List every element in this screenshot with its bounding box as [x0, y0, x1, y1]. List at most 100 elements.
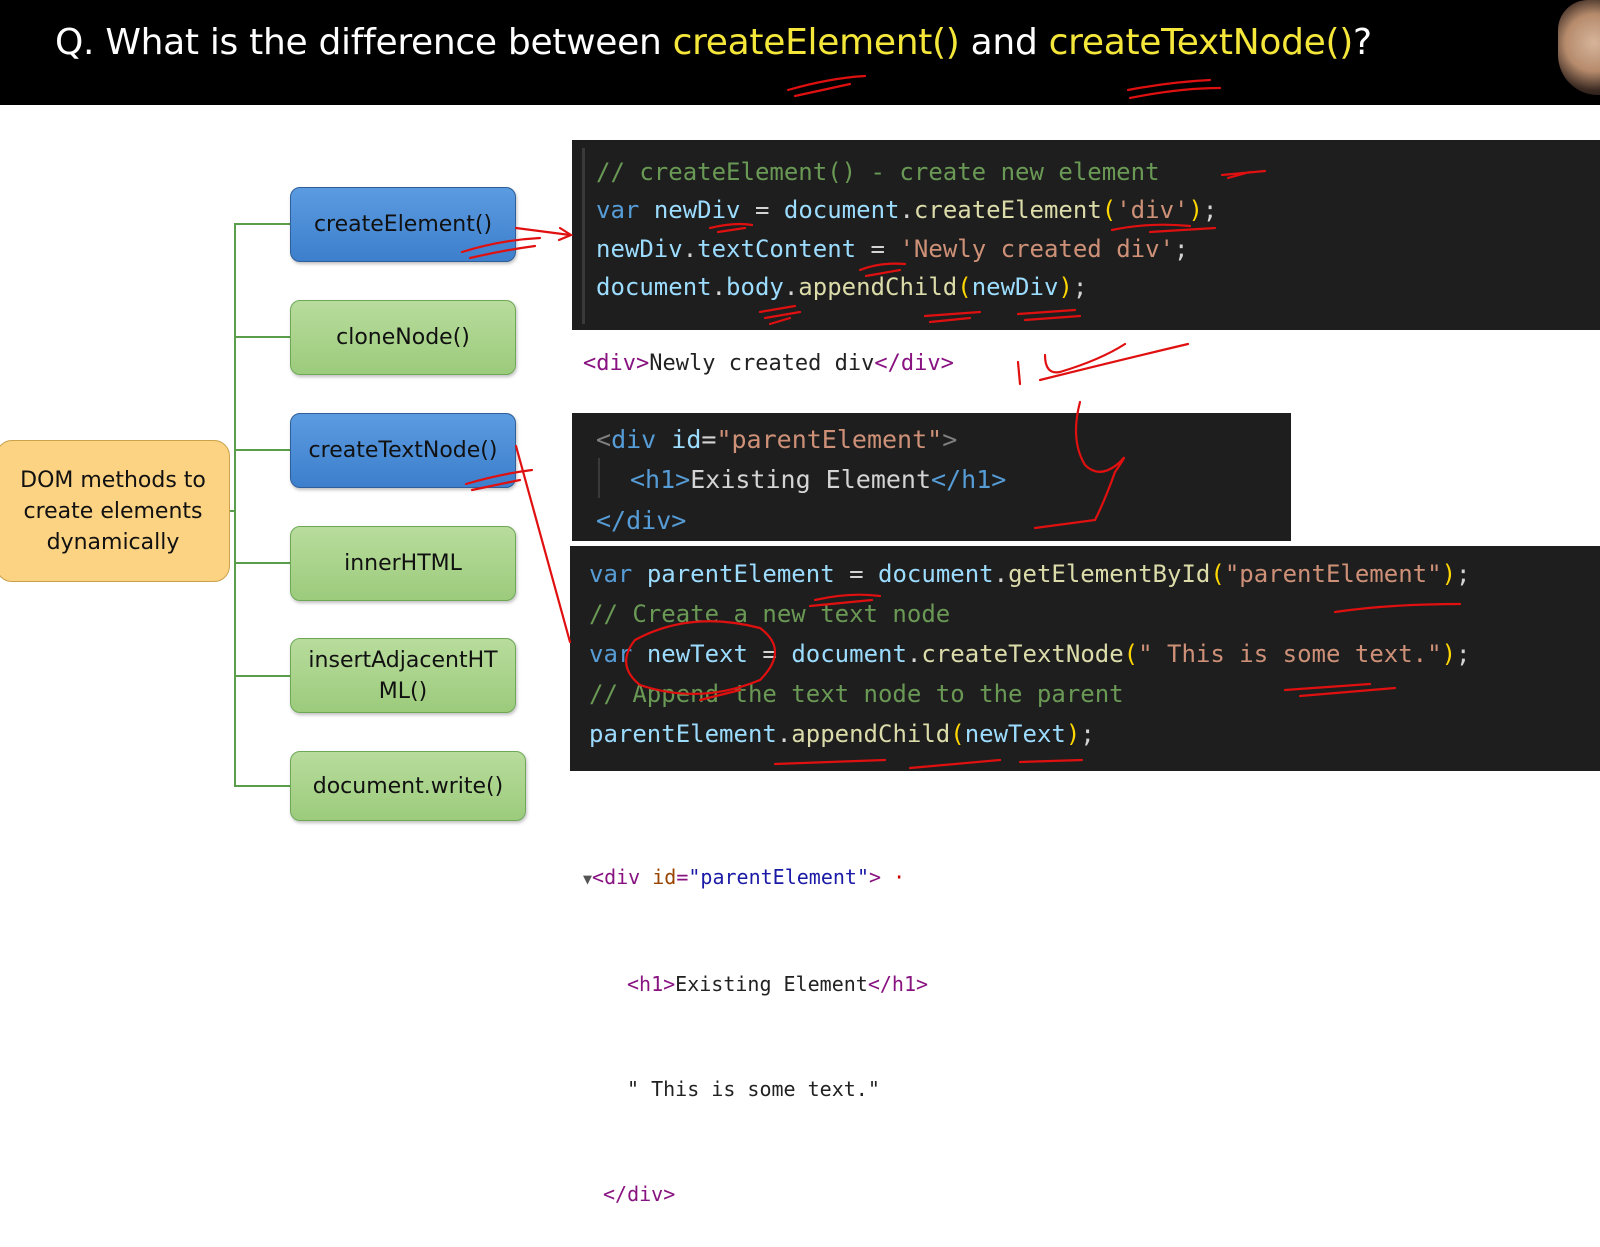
- node-label: insertAdjacentHTML(): [308, 647, 498, 704]
- code-token: .: [776, 720, 792, 748]
- code-token: ): [1058, 273, 1073, 301]
- title-term-create-text-node: createTextNode(): [1048, 22, 1354, 63]
- code-token: appendChild: [791, 720, 951, 748]
- code-token: ): [1441, 560, 1457, 588]
- code-token: </h1>: [931, 465, 1007, 494]
- presenter-avatar: [1558, 0, 1600, 95]
- output-token: Existing Element: [675, 972, 868, 996]
- node-clone-node: cloneNode(): [290, 300, 516, 375]
- code-token: document: [878, 560, 994, 588]
- output-token: <div>: [583, 351, 650, 376]
- dom-tree-line: ▼<div id="parentElement"> ·: [583, 860, 928, 897]
- code-token: document: [783, 196, 900, 224]
- code-line: parentElement.appendChild(newText);: [589, 720, 1095, 748]
- code-token: Existing Element: [690, 465, 932, 494]
- code-token: 'div': [1116, 196, 1189, 224]
- output-token: >: [869, 865, 882, 889]
- code-token: ): [1441, 640, 1457, 668]
- code-line: var parentElement = document.getElementB…: [589, 560, 1470, 588]
- code-token: <h1>: [630, 465, 691, 494]
- code-token: =: [856, 235, 900, 263]
- code-token: newDiv: [596, 235, 683, 263]
- node-label: cloneNode(): [336, 325, 470, 350]
- indent-guide: [582, 148, 585, 324]
- node-document-write: document.write(): [290, 751, 526, 821]
- code-token: createTextNode: [921, 640, 1124, 668]
- code-token: newText: [646, 640, 748, 668]
- collapse-arrow-icon[interactable]: ▼: [583, 870, 592, 888]
- code-token: ): [1188, 196, 1203, 224]
- code-token: newDiv: [971, 273, 1059, 301]
- tree-branch-4: [234, 562, 290, 564]
- code-token: ;: [1174, 235, 1189, 263]
- code-token: (: [1210, 560, 1225, 588]
- code-token: (: [950, 720, 965, 748]
- code-token: ;: [1072, 273, 1088, 301]
- output-token: </div>: [874, 351, 954, 376]
- title-middle: and: [959, 22, 1049, 63]
- node-label: document.write(): [312, 773, 504, 799]
- node-label: innerHTML: [344, 551, 462, 576]
- code-panel-html: <div id="parentElement"> <h1>Existing El…: [572, 413, 1291, 541]
- code-line: // createElement() - create new element: [596, 158, 1160, 186]
- output-token: Newly created div: [649, 351, 875, 376]
- output-token: <div: [592, 865, 641, 889]
- code-line: </div>: [596, 506, 686, 535]
- code-token: ): [1065, 720, 1081, 748]
- tree-branch-5: [234, 675, 290, 677]
- slide-title: Q. What is the difference between create…: [55, 22, 1372, 63]
- code-token: </div>: [596, 506, 687, 535]
- tree-branch-3: [234, 449, 290, 451]
- node-inner-html: innerHTML: [290, 526, 516, 601]
- arrow-to-code1: [514, 226, 572, 237]
- arrow-head-code1: [557, 226, 574, 242]
- code-token: var: [596, 196, 640, 224]
- code-token: 'Newly created div': [899, 235, 1175, 263]
- code-token: var: [589, 640, 633, 668]
- code-line: <div id="parentElement">: [596, 425, 957, 454]
- code-line: var newDiv = document.createElement('div…: [596, 196, 1217, 224]
- code-token: =: [834, 560, 879, 588]
- code-comment: // createElement() - create new element: [596, 158, 1160, 186]
- code-token: (: [1101, 196, 1117, 224]
- code-token: document: [791, 640, 907, 668]
- root-node-label: DOM methods to create elements dynamical…: [20, 467, 206, 555]
- output-token: =: [676, 865, 689, 889]
- title-bar: Q. What is the difference between create…: [0, 0, 1600, 105]
- code-token: getElementById: [1008, 560, 1211, 588]
- code-token: .: [993, 560, 1009, 588]
- code-token: appendChild: [798, 273, 958, 301]
- output-token: " This is some text.": [627, 1077, 880, 1101]
- code-token: .: [899, 196, 914, 224]
- tree-branch-2: [234, 336, 290, 338]
- code-token: =: [740, 196, 784, 224]
- output-create-text-node: ▼<div id="parentElement"> · <h1>Existing…: [583, 790, 928, 1247]
- code-token: " This is some text.": [1138, 640, 1442, 668]
- node-label: createElement(): [313, 212, 493, 237]
- code-token: newText: [964, 720, 1066, 748]
- dom-tree-line: <h1>Existing Element</h1>: [583, 967, 928, 1002]
- dom-tree-line: </div>: [583, 1177, 928, 1212]
- code-line: document.body.appendChild(newDiv);: [596, 273, 1087, 301]
- tree-branch-1: [234, 223, 290, 225]
- code-token: .: [682, 235, 698, 263]
- title-term-create-element: createElement(): [672, 22, 960, 63]
- code-token: createElement: [913, 196, 1102, 224]
- output-create-element: <div>Newly created div</div>: [583, 351, 954, 376]
- code-token: .: [711, 273, 727, 301]
- check-mark: [1016, 342, 1190, 386]
- code-token: ;: [1456, 640, 1471, 668]
- code-token: parentElement: [589, 720, 777, 748]
- code-line: <h1>Existing Element</h1>: [630, 465, 1006, 494]
- code-comment: // Create a new text node: [589, 600, 951, 628]
- code-token: div: [611, 425, 657, 454]
- code-token: (: [957, 273, 972, 301]
- output-token: <h1>: [627, 972, 676, 996]
- root-node: DOM methods to create elements dynamical…: [0, 440, 230, 582]
- code-token: .: [783, 273, 799, 301]
- code-token: var: [589, 560, 633, 588]
- arrow-to-code3: [514, 444, 572, 644]
- title-suffix: ?: [1353, 22, 1372, 63]
- output-token: ·: [881, 865, 906, 889]
- code-token: =: [747, 640, 792, 668]
